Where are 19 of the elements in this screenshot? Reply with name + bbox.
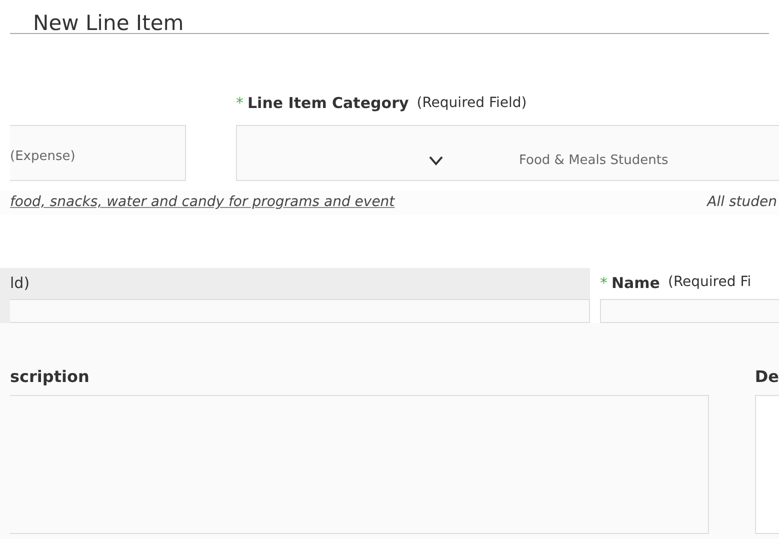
field-label: Name	[612, 272, 660, 294]
help-text: All studen	[707, 193, 778, 212]
field-label: ld)	[10, 272, 31, 294]
field-label: Line Item Category	[248, 93, 409, 114]
field-label: scription	[10, 366, 90, 388]
field-hint: (Required Field)	[416, 94, 527, 113]
required-asterisk: *	[236, 93, 244, 114]
field-label: De	[754, 366, 779, 388]
category-select[interactable]: Food & Meals Students	[236, 124, 779, 180]
input-field[interactable]: (Expense)	[10, 124, 186, 180]
page-title: New Line Item	[33, 10, 184, 37]
input-field[interactable]	[600, 299, 779, 322]
field-hint: (Required Fi	[668, 273, 752, 292]
chevron-down-icon	[429, 156, 443, 166]
help-text: food, snacks, water and candy for programs and event	[10, 193, 395, 212]
description-textarea[interactable]	[10, 394, 709, 534]
input-field[interactable]	[754, 394, 779, 534]
input-field[interactable]	[10, 299, 590, 322]
required-asterisk: *	[600, 272, 608, 294]
